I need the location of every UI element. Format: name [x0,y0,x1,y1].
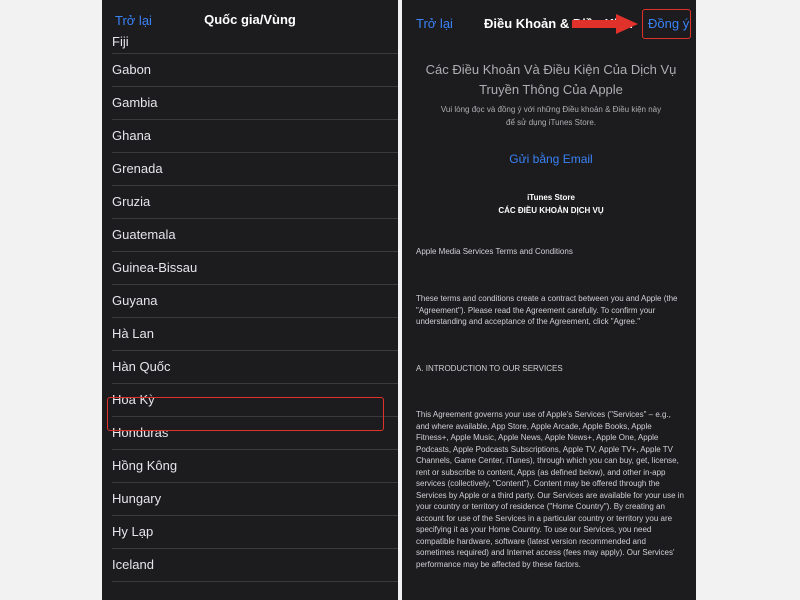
list-item[interactable]: Hungary [112,483,398,516]
list-item[interactable]: Ghana [112,120,398,153]
list-item[interactable]: Hy Lạp [112,516,398,549]
heading-line: Các Điều Khoản Và Điều Kiện Của Dịch Vụ [425,62,677,77]
agree-highlight-box [642,9,691,39]
navigation-bar: Trở lại Quốc gia/Vùng [102,0,398,40]
terms-heading: Các Điều Khoản Và Điều Kiện Của Dịch Vụ … [416,60,686,100]
country-label: Guinea-Bissau [112,260,198,275]
country-list: Fiji Gabon Gambia Ghana Grenada Gruzia Guatema… [102,34,398,582]
country-label: Gambia [112,95,158,110]
page-title: Quốc gia/Vùng [204,12,296,27]
list-item[interactable]: Hàn Quốc [112,351,398,384]
send-by-email-link[interactable]: Gửi bằng Email [416,152,686,166]
list-item[interactable]: Gambia [112,87,398,120]
list-item[interactable]: Gabon [112,54,398,87]
country-label: Guatemala [112,227,176,242]
terms-section-heading: A. INTRODUCTION TO OUR SERVICES [416,364,563,373]
subtitle-line: để sử dụng iTunes Store. [506,118,596,127]
country-label: Hàn Quốc [112,359,171,374]
terms-subtitle: Vui lòng đọc và đồng ý với những Điều kh… [416,103,686,129]
list-item[interactable]: Guyana [112,285,398,318]
country-label: Gabon [112,62,152,77]
terms-paragraph: Apple Media Services Terms and Condition… [416,247,573,256]
terms-screen: Trở lại Điều Khoản & Điều Kiện Đồng ý Cá… [402,0,696,600]
country-label: Hy Lạp [112,524,154,539]
subtitle-line: Vui lòng đọc và đồng ý với những Điều kh… [440,105,662,114]
heading-line: Truyền Thông Của Apple [479,82,623,97]
list-item[interactable]: Hà Lan [112,318,398,351]
country-label: Hungary [112,491,162,506]
country-label: Hà Lan [112,326,154,341]
country-label: Guyana [112,293,158,308]
country-label: Gruzia [112,194,151,209]
list-item[interactable]: Grenada [112,153,398,186]
back-button[interactable]: Trở lại [416,16,453,31]
terms-paragraph: These terms and conditions create a cont… [416,294,678,326]
country-region-screen: Trở lại Quốc gia/Vùng Fiji Gabon Gambia Gha… [102,0,398,600]
list-item[interactable]: Guinea-Bissau [112,252,398,285]
arrow-right-icon [572,14,638,34]
list-item[interactable]: Hồng Kông [112,450,398,483]
country-label: Ghana [112,128,152,143]
country-label: Fiji [112,34,129,49]
list-item[interactable]: Fiji [112,34,398,54]
list-item[interactable]: Gruzia [112,186,398,219]
terms-paragraph: This Agreement governs your use of Apple… [416,410,684,569]
list-item[interactable]: Guatemala [112,219,398,252]
list-item[interactable]: Iceland [112,549,398,582]
country-label: Iceland [112,557,154,572]
country-label: Hồng Kông [112,458,178,473]
store-terms-title: CÁC ĐIỀU KHOẢN DỊCH VỤ [498,206,604,215]
country-label: Grenada [112,161,163,176]
selection-highlight [107,397,384,431]
store-name: iTunes Store [527,193,575,202]
